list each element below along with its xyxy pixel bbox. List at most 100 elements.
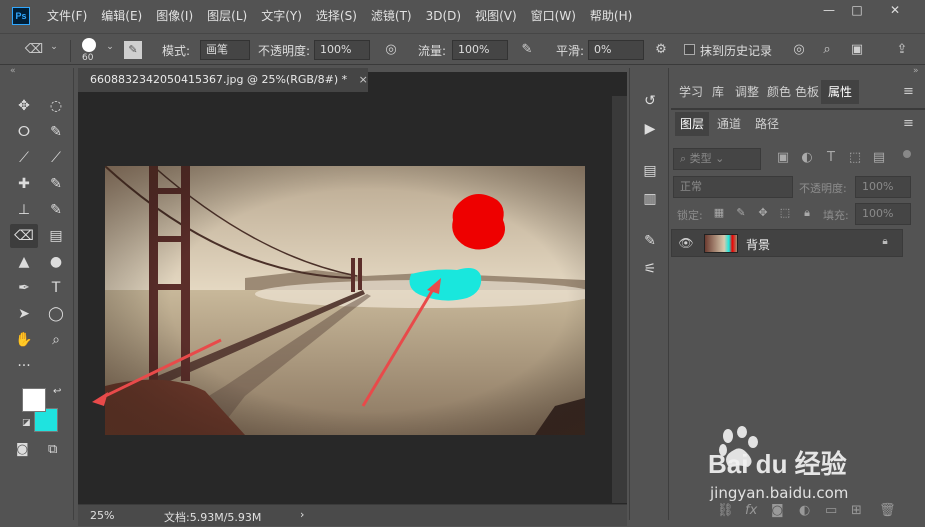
swap-colors-icon[interactable]: ↩	[53, 386, 61, 397]
tab-panel_tabs_layers-2[interactable]: 路径	[749, 112, 785, 136]
menu-item-7[interactable]: 3D(D)	[419, 0, 468, 32]
filter-shape-icon[interactable]: ⬚	[847, 150, 863, 165]
tab-panel_tabs_top-4[interactable]: 色板	[793, 80, 821, 104]
menu-item-2[interactable]: 图像(I)	[149, 0, 200, 32]
menu-item-8[interactable]: 视图(V)	[468, 0, 524, 32]
smoothing-input[interactable]: 0%	[588, 40, 644, 60]
trash-icon[interactable]: 🗑︎	[879, 503, 896, 518]
quick-mask-icon[interactable]: ◙	[16, 442, 29, 457]
close-window-button[interactable]: ✕	[880, 2, 910, 20]
adjustment-layer-icon[interactable]: ◐	[799, 503, 810, 518]
brush-tool-icon[interactable]: ✎	[42, 172, 70, 196]
layer-kind-filter[interactable]: ⌕ 类型 ⌄	[673, 148, 761, 170]
brush-picker-chevron-icon[interactable]: ⌄	[104, 42, 116, 52]
share-icon[interactable]: ⇪	[892, 42, 912, 57]
lock-transparent-icon[interactable]: ▦	[711, 206, 727, 219]
lock-pixels-icon[interactable]: ✎	[733, 206, 749, 219]
opacity-input[interactable]: 100%	[314, 40, 370, 60]
brush-preview-icon[interactable]	[82, 38, 96, 52]
lock-artboard-icon[interactable]: ⬚	[777, 206, 793, 219]
menu-item-3[interactable]: 图层(L)	[200, 0, 254, 32]
expand-icon[interactable]: »	[913, 66, 919, 76]
menu-item-5[interactable]: 选择(S)	[309, 0, 364, 32]
notes-icon[interactable]: ▥	[638, 188, 662, 210]
screen-mode-icon[interactable]: ⧉	[48, 442, 57, 457]
zoom-tool-icon[interactable]: ⌕	[42, 328, 70, 352]
filter-adjust-icon[interactable]: ◐	[799, 150, 815, 165]
history-brush-tool-icon[interactable]: ✎	[42, 198, 70, 222]
mode-select[interactable]: 画笔	[200, 40, 250, 60]
panel-menu-icon[interactable]: ≡	[903, 84, 914, 99]
document-tab[interactable]: 6608832342050415367.jpg @ 25%(RGB/8#) * …	[78, 68, 368, 92]
layer-opacity-input[interactable]: 100%	[855, 176, 911, 198]
type-tool-icon[interactable]: T	[42, 276, 70, 300]
info-icon[interactable]: ▤	[638, 160, 662, 182]
healing-tool-icon[interactable]: ✚	[10, 172, 38, 196]
new-group-icon[interactable]: ▭	[825, 503, 837, 518]
default-colors-icon[interactable]: ◪	[22, 418, 31, 428]
hand-tool-icon[interactable]: ✋	[10, 328, 38, 352]
filter-toggle-icon[interactable]	[903, 150, 911, 158]
tab-panel_tabs_top-3[interactable]: 颜色	[765, 80, 793, 104]
status-menu-arrow[interactable]: ›	[300, 508, 304, 521]
filter-pixel-icon[interactable]: ▣	[775, 150, 791, 165]
more-tool-icons[interactable]: ···	[10, 354, 38, 378]
eyedropper-tool-icon[interactable]: ⟋	[42, 146, 70, 170]
minimize-button[interactable]: —	[817, 2, 841, 20]
maximize-button[interactable]: □	[845, 2, 869, 20]
menu-item-4[interactable]: 文字(Y)	[254, 0, 309, 32]
layer-row-background[interactable]: 👁︎ 背景 🔒︎	[671, 229, 903, 257]
menu-item-1[interactable]: 编辑(E)	[94, 0, 149, 32]
tab-panel_tabs_top-5[interactable]: 属性	[821, 80, 859, 104]
quick-select-tool-icon[interactable]: ✎	[42, 120, 70, 144]
brush-settings-icon[interactable]: ✎	[124, 41, 142, 59]
history-checkbox[interactable]	[684, 44, 695, 55]
lock-position-icon[interactable]: ✥	[755, 206, 771, 219]
new-layer-icon[interactable]: ⊞	[851, 503, 862, 518]
blur-tool-icon[interactable]: ▲	[10, 250, 38, 274]
pressure-size-icon[interactable]: ◎	[790, 42, 808, 57]
gradient-tool-icon[interactable]: ▤	[42, 224, 70, 248]
link-layers-icon[interactable]: ⛓	[717, 503, 734, 518]
gear-icon[interactable]: ⚙	[652, 42, 670, 57]
history-icon[interactable]: ↺	[638, 90, 662, 112]
zoom-level[interactable]: 25%	[90, 509, 114, 522]
lock-all-icon[interactable]: 🔒︎	[799, 206, 815, 220]
menu-item-10[interactable]: 帮助(H)	[583, 0, 639, 32]
tab-panel_tabs_top-1[interactable]: 库	[707, 80, 729, 104]
menu-item-6[interactable]: 滤镜(T)	[364, 0, 419, 32]
pressure-opacity-icon[interactable]: ◎	[382, 42, 400, 57]
foreground-color-swatch[interactable]	[22, 388, 46, 412]
photo-canvas[interactable]	[105, 166, 585, 435]
fill-input[interactable]: 100%	[855, 203, 911, 225]
tab-panel_tabs_top-2[interactable]: 调整	[729, 80, 765, 104]
collapse-icon[interactable]: «	[10, 66, 16, 76]
close-tab-icon[interactable]: ×	[359, 73, 368, 86]
flow-input[interactable]: 100%	[452, 40, 508, 60]
layer-lock-icon[interactable]: 🔒︎	[878, 236, 892, 247]
menu-item-9[interactable]: 窗口(W)	[524, 0, 583, 32]
visibility-eye-icon[interactable]: 👁︎	[678, 236, 694, 250]
airbrush-icon[interactable]: ✎	[518, 42, 536, 57]
move-tool-icon[interactable]: ✥	[10, 94, 38, 118]
workspace-icon[interactable]: ▣	[848, 42, 866, 57]
stamp-tool-icon[interactable]: ⊥	[10, 198, 38, 222]
eraser-icon[interactable]: ⌫	[24, 42, 44, 57]
pen-tool-icon[interactable]: ✒	[10, 276, 38, 300]
filter-type-icon[interactable]: T	[823, 150, 839, 165]
marquee-tool-icon[interactable]: ◌	[42, 94, 70, 118]
adjust-sliders-icon[interactable]: ⚟	[638, 258, 662, 280]
tab-panel_tabs_layers-0[interactable]: 图层	[675, 112, 709, 136]
lasso-tool-icon[interactable]: ⵔ	[10, 120, 38, 144]
chevron-down-icon[interactable]: ⌄	[48, 42, 60, 52]
tab-panel_tabs_layers-1[interactable]: 通道	[709, 112, 749, 136]
ellipse-tool-icon[interactable]: ◯	[42, 302, 70, 326]
search-icon[interactable]: ⌕	[818, 42, 836, 57]
blend-mode-select[interactable]: 正常	[673, 176, 793, 198]
filter-smart-icon[interactable]: ▤	[871, 150, 887, 165]
crop-tool-icon[interactable]: ⟋	[10, 146, 38, 170]
eraser-tool-icon[interactable]: ⌫	[10, 224, 38, 248]
add-mask-icon[interactable]: ◙	[771, 503, 784, 518]
layers-menu-icon[interactable]: ≡	[903, 116, 914, 131]
menu-item-0[interactable]: 文件(F)	[40, 0, 94, 32]
